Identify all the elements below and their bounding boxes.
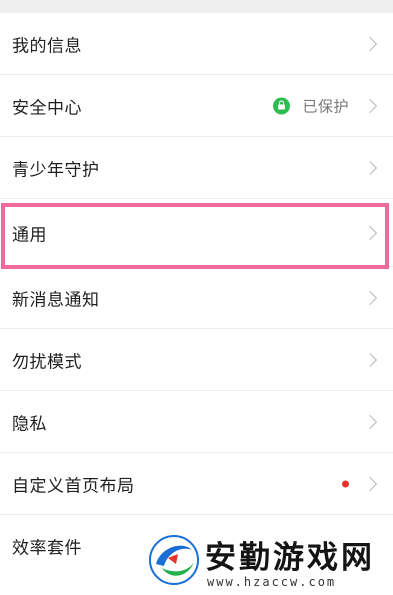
settings-item-do-not-disturb[interactable]: 勿扰模式	[0, 329, 393, 391]
chevron-right-icon	[362, 36, 378, 51]
site-logo-icon	[149, 535, 199, 585]
settings-item-label: 新消息通知	[12, 290, 100, 310]
chevron-right-icon	[362, 290, 378, 305]
highlight-box	[1, 203, 389, 269]
top-divider-strip	[0, 0, 393, 13]
watermark-title: 安勤游戏网	[205, 540, 375, 576]
chevron-right-icon	[362, 160, 378, 175]
settings-item-privacy[interactable]: 隐私	[0, 391, 393, 453]
settings-item-custom-home-layout[interactable]: 自定义首页布局	[0, 453, 393, 515]
lock-icon	[273, 97, 291, 114]
chevron-right-icon	[362, 476, 378, 491]
settings-item-label: 青少年守护	[12, 160, 100, 180]
settings-item-label: 我的信息	[12, 36, 82, 56]
settings-item-label: 效率套件	[12, 538, 82, 559]
settings-item-label: 自定义首页布局	[12, 476, 135, 496]
settings-item-label: 隐私	[12, 414, 47, 434]
status-text: 已保护	[302, 97, 349, 115]
settings-item-label: 安全中心	[12, 98, 82, 118]
watermark: 安勤游戏网 www.hzaccw.com	[143, 528, 389, 595]
chevron-right-icon	[362, 414, 378, 429]
settings-item-label: 勿扰模式	[12, 352, 82, 372]
security-status: 已保护	[273, 95, 349, 116]
settings-item-security-center[interactable]: 安全中心 已保护	[0, 75, 393, 137]
notification-dot	[342, 480, 349, 487]
watermark-url: www.hzaccw.com	[207, 575, 337, 589]
settings-item-new-message-notify[interactable]: 新消息通知	[0, 267, 393, 329]
settings-item-my-info[interactable]: 我的信息	[0, 13, 393, 75]
settings-list: 我的信息 安全中心 已保护 青少年守护 通用 新消息通知 勿扰模式 隐私 自定义…	[0, 13, 393, 577]
settings-item-youth-protection[interactable]: 青少年守护	[0, 137, 393, 199]
chevron-right-icon	[362, 98, 378, 113]
chevron-right-icon	[362, 352, 378, 367]
